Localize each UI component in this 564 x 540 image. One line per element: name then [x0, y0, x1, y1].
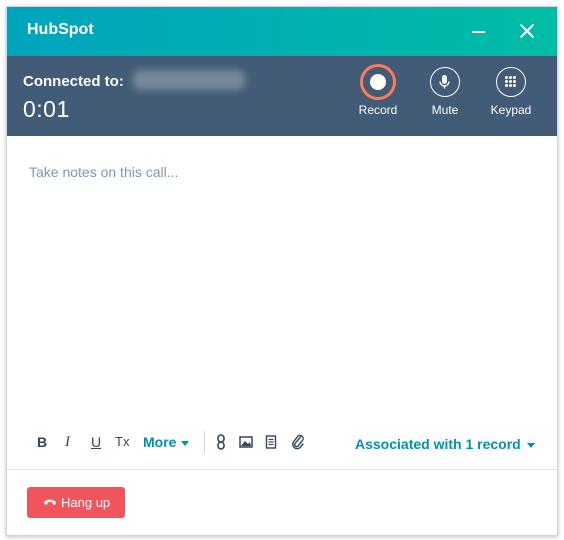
image-icon[interactable] [239, 433, 253, 451]
call-status-bar: Connected to: 0:01 Record Mute Keypad [7, 56, 557, 136]
keypad-button[interactable]: Keypad [481, 67, 541, 117]
keypad-label: Keypad [490, 103, 532, 117]
chevron-down-icon [181, 440, 190, 446]
window-title: HubSpot [27, 21, 94, 38]
associated-label: Associated with 1 record [355, 436, 521, 452]
keypad-icon [496, 67, 526, 97]
clear-formatting-button[interactable]: Tx [115, 433, 129, 451]
chevron-down-icon [526, 442, 535, 448]
redacted-phone-number [133, 70, 245, 90]
bold-button[interactable]: B [37, 433, 47, 451]
link-icon[interactable] [215, 433, 227, 451]
more-dropdown[interactable]: More [143, 433, 190, 451]
connected-label: Connected to: [23, 73, 124, 90]
mute-label: Mute [431, 103, 459, 117]
formatting-toolbar: B I U Tx More Associated with 1 record [7, 427, 557, 457]
microphone-icon [430, 67, 460, 97]
underline-button[interactable]: U [91, 433, 101, 451]
record-icon [360, 64, 396, 100]
hang-up-label: Hang up [61, 495, 111, 510]
record-label: Record [358, 103, 398, 117]
title-bar: HubSpot [7, 7, 557, 56]
call-window: HubSpot Connected to: 0:01 Record Mute K… [6, 6, 558, 536]
call-timer: 0:01 [23, 96, 70, 122]
call-notes-editor[interactable]: Take notes on this call... [29, 164, 178, 180]
phone-icon [44, 499, 56, 505]
footer-divider [7, 469, 557, 470]
minimize-icon[interactable] [467, 19, 491, 43]
associated-records-dropdown[interactable]: Associated with 1 record [355, 436, 535, 452]
hang-up-button[interactable]: Hang up [27, 487, 125, 518]
more-label: More [143, 434, 177, 450]
toolbar-divider [204, 431, 205, 453]
document-icon[interactable] [265, 433, 277, 451]
mute-button[interactable]: Mute [415, 67, 475, 117]
close-icon[interactable] [515, 19, 539, 43]
paperclip-icon[interactable] [291, 433, 305, 451]
italic-button[interactable]: I [65, 433, 70, 451]
record-button[interactable]: Record [348, 64, 408, 117]
